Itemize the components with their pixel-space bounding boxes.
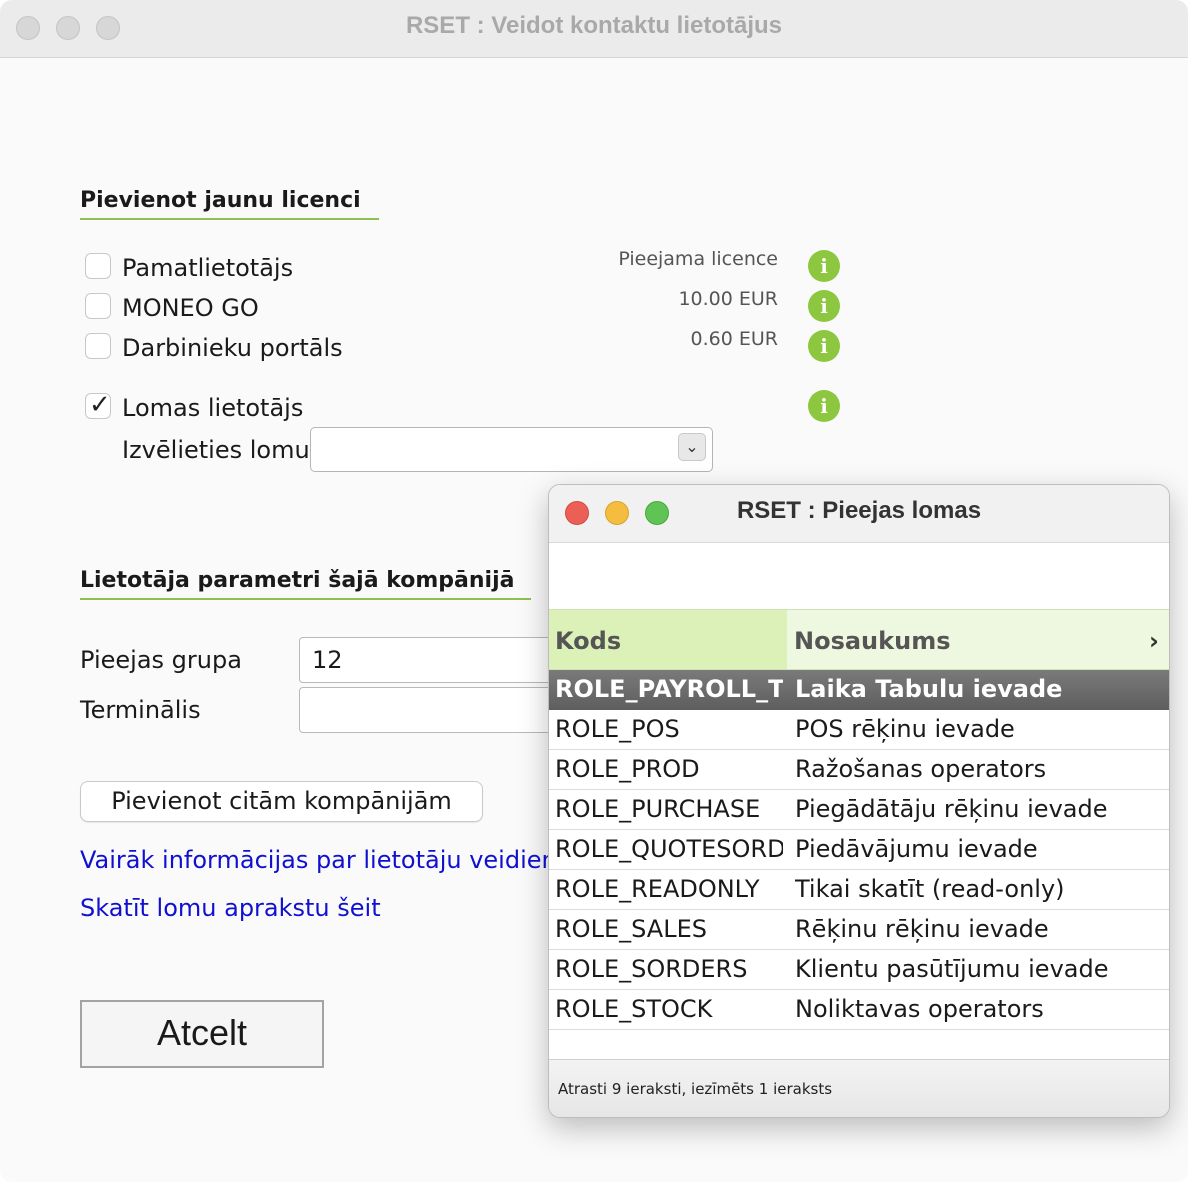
checkbox-label-moneo-go[interactable]: MONEO GO [122,294,259,322]
popup-titlebar: RSET : Pieejas lomas [549,485,1169,543]
info-icon[interactable]: i [808,290,840,322]
roles-description-link[interactable]: Skatīt lomu aprakstu šeit [80,894,381,922]
role-name-cell: Tikai skatīt (read-only) [795,875,1065,903]
column-header-name[interactable]: Nosaukums [788,610,1148,669]
roles-popup-window: RSET : Pieejas lomas Kods Nosaukums › RO… [548,484,1170,1118]
chevron-down-icon[interactable]: ⌄ [678,433,706,461]
license-section-title: Pievienot jaunu licenci [80,188,361,213]
table-row[interactable]: ROLE_SALES Rēķinu rēķinu ievade [549,910,1169,950]
terminal-field[interactable] [299,687,559,733]
checkbox-label-pamatlietotajs[interactable]: Pamatlietotājs [122,254,293,282]
role-code-cell: ROLE_PAYROLL_TT [555,675,783,703]
params-section-divider [80,598,531,600]
window-title: RSET : Veidot kontaktu lietotājus [405,12,783,39]
info-icon[interactable]: i [808,250,840,282]
role-name-cell: Klientu pasūtījumu ievade [795,955,1109,983]
table-row[interactable]: ROLE_POS POS rēķinu ievade [549,710,1169,750]
checkbox-moneo-go[interactable] [85,293,111,319]
table-row[interactable]: ROLE_PURCHASE Piegādātāju rēķinu ievade [549,790,1169,830]
status-bar: Atrasti 9 ieraksti, iezīmēts 1 ieraksts [549,1059,1169,1117]
role-name-cell: Piedāvājumu ievade [795,835,1038,863]
cancel-button[interactable]: Atcelt [80,1000,324,1068]
checkbox-darbinieku-portals[interactable] [85,333,111,359]
role-name-cell: Ražošanas operators [795,755,1047,783]
role-name-cell: Piegādātāju rēķinu ievade [795,795,1108,823]
table-row[interactable]: ROLE_PROD Ražošanas operators [549,750,1169,790]
user-types-link[interactable]: Vairāk informācijas par lietotāju veidie… [80,846,565,874]
access-group-field[interactable]: 12 [299,637,559,683]
role-code-cell: ROLE_STOCK [555,995,713,1023]
table-row[interactable]: ROLE_PAYROLL_TT Laika Tabulu ievade [549,670,1169,710]
price-pamatlietotajs: Pieejama licence [618,248,778,270]
role-code-cell: ROLE_READONLY [555,875,760,903]
checkmark-icon: ✓ [89,390,111,420]
role-code-cell: ROLE_POS [555,715,680,743]
checkbox-pamatlietotajs[interactable] [85,253,111,279]
role-code-cell: ROLE_SALES [555,915,707,943]
checkbox-label-lomas-lietotajs[interactable]: Lomas lietotājs [122,394,303,422]
table-header: Kods Nosaukums › [549,609,1169,670]
info-icon[interactable]: i [808,330,840,362]
table-row[interactable]: ROLE_STOCK Noliktavas operators [549,990,1169,1030]
main-titlebar: RSET : Veidot kontaktu lietotājus [0,0,1188,58]
column-header-code[interactable]: Kods [549,610,787,669]
checkbox-label-darbinieku-portals[interactable]: Darbinieku portāls [122,334,343,362]
role-code-cell: ROLE_SORDERS [555,955,748,983]
table-row[interactable]: ROLE_SORDERS Klientu pasūtījumu ievade [549,950,1169,990]
role-code-cell: ROLE_PROD [555,755,700,783]
terminal-label: Terminālis [80,696,201,724]
chevron-right-icon[interactable]: › [1147,610,1169,669]
role-code-cell: ROLE_PURCHASE [555,795,761,823]
role-select-label: Izvēlieties lomu [122,436,310,464]
table-row[interactable]: ROLE_READONLY Tikai skatīt (read-only) [549,870,1169,910]
status-text: Atrasti 9 ieraksti, iezīmēts 1 ieraksts [558,1080,833,1098]
license-section-divider [80,218,379,220]
price-darbinieku-portals: 0.60 EUR [690,328,778,350]
table-row[interactable]: ROLE_QUOTESORDERS Piedāvājumu ievade [549,830,1169,870]
popup-title: RSET : Pieejas lomas [736,497,982,524]
add-to-companies-button[interactable]: Pievienot citām kompānijām [80,781,483,822]
role-name-cell: Noliktavas operators [795,995,1044,1023]
access-group-label: Pieejas grupa [80,646,242,674]
role-name-cell: Laika Tabulu ievade [795,675,1063,703]
role-name-cell: Rēķinu rēķinu ievade [795,915,1049,943]
price-moneo-go: 10.00 EUR [678,288,778,310]
checkbox-lomas-lietotajs[interactable]: ✓ [85,390,111,420]
role-select[interactable]: ⌄ [310,427,713,472]
params-section-title: Lietotāja parametri šajā kompānijā [80,568,515,593]
role-name-cell: POS rēķinu ievade [795,715,1015,743]
info-icon[interactable]: i [808,390,840,422]
role-code-cell: ROLE_QUOTESORDERS [555,835,783,863]
